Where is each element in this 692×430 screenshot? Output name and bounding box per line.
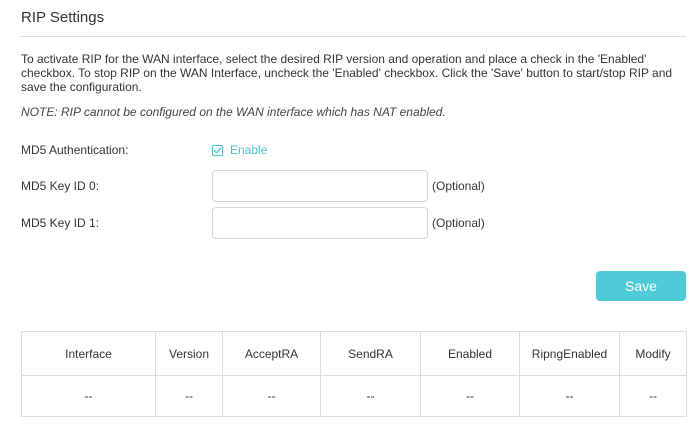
save-button[interactable]: Save bbox=[596, 271, 686, 301]
md5-auth-checkbox[interactable] bbox=[212, 144, 223, 156]
col-header-sendra: SendRA bbox=[320, 331, 421, 376]
md5-key0-input[interactable] bbox=[212, 170, 428, 202]
page-title: RIP Settings bbox=[21, 9, 105, 26]
table-header-row: Interface Version AcceptRA SendRA Enable… bbox=[21, 331, 687, 376]
title-divider bbox=[21, 36, 686, 37]
table-cell: -- bbox=[619, 375, 687, 417]
col-header-version: Version bbox=[155, 331, 223, 376]
md5-key1-hint: (Optional) bbox=[432, 216, 485, 230]
md5-key1-input[interactable] bbox=[212, 207, 428, 239]
table-cell: -- bbox=[222, 375, 321, 417]
table-cell: -- bbox=[21, 375, 156, 417]
table-cell: -- bbox=[420, 375, 520, 417]
col-header-ripngenabled: RipngEnabled bbox=[519, 331, 620, 376]
rip-table: Interface Version AcceptRA SendRA Enable… bbox=[21, 331, 687, 417]
checkmark-icon bbox=[213, 146, 222, 154]
table-cell: -- bbox=[519, 375, 620, 417]
md5-key1-label: MD5 Key ID 1: bbox=[21, 216, 100, 230]
col-header-acceptra: AcceptRA bbox=[222, 331, 321, 376]
col-header-enabled: Enabled bbox=[420, 331, 520, 376]
nat-note: NOTE: RIP cannot be configured on the WA… bbox=[21, 105, 446, 119]
table-row: -- -- -- -- -- -- -- bbox=[21, 375, 687, 417]
md5-key0-hint: (Optional) bbox=[432, 179, 485, 193]
table-cell: -- bbox=[320, 375, 421, 417]
col-header-modify: Modify bbox=[619, 331, 687, 376]
md5-auth-enable-label[interactable]: Enable bbox=[230, 143, 267, 157]
table-cell: -- bbox=[155, 375, 223, 417]
md5-auth-label: MD5 Authentication: bbox=[21, 143, 129, 157]
md5-auth-enable-toggle[interactable]: Enable bbox=[212, 143, 267, 157]
col-header-interface: Interface bbox=[21, 331, 156, 376]
description-text: To activate RIP for the WAN interface, s… bbox=[21, 52, 673, 94]
md5-key0-label: MD5 Key ID 0: bbox=[21, 179, 100, 193]
